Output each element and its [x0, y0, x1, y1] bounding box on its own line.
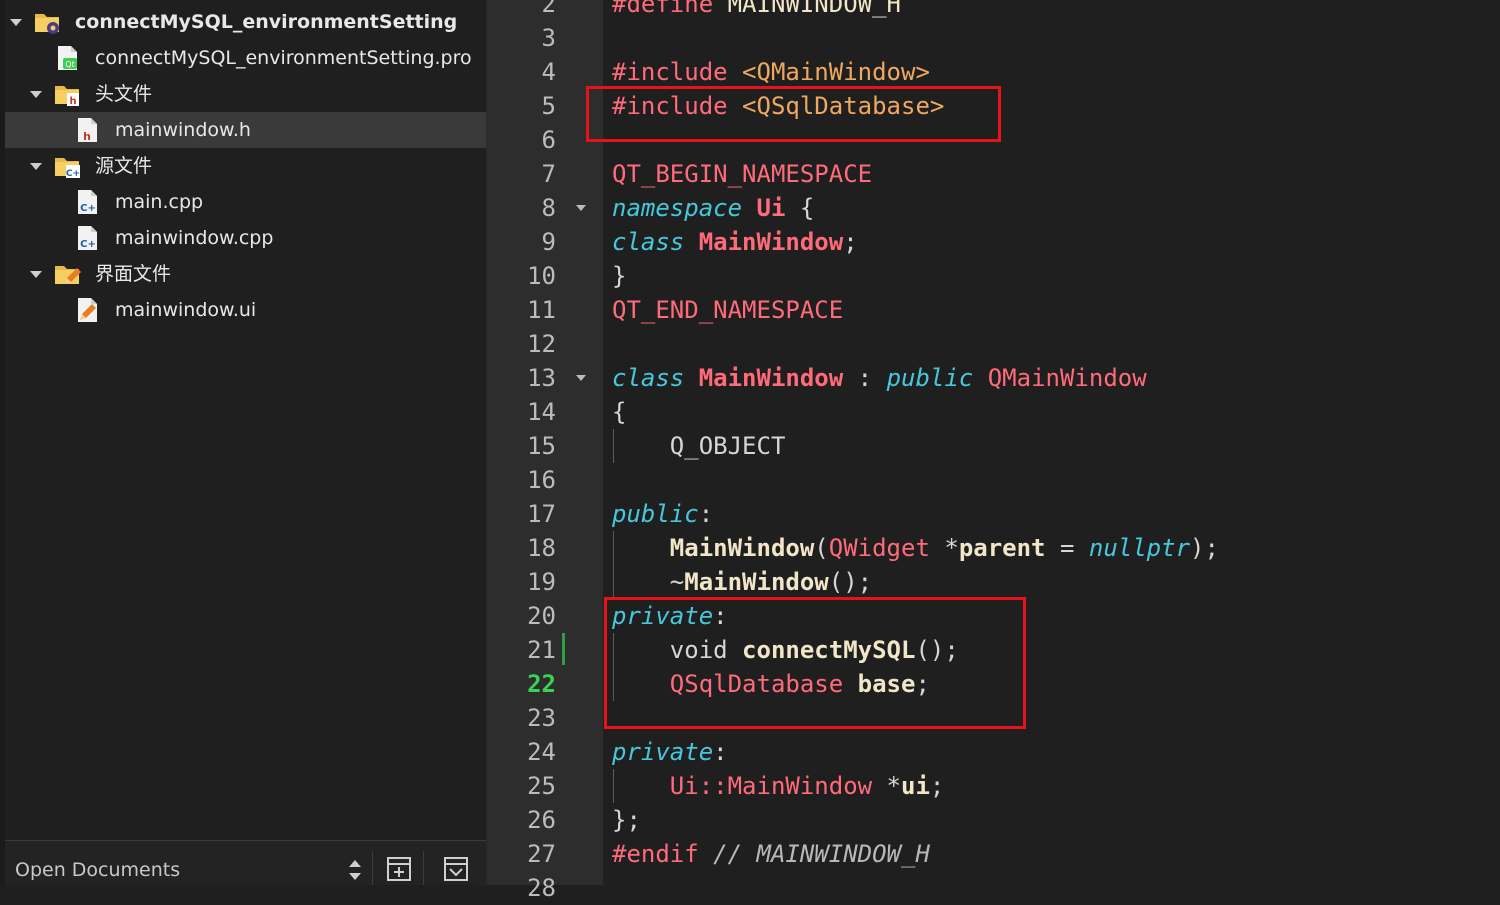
source-file-label: main.cpp	[115, 191, 204, 213]
headers-folder-label: 头文件	[95, 83, 153, 105]
tree-item-forms-folder[interactable]: 界面文件	[5, 256, 486, 292]
line-number: 12	[527, 330, 556, 358]
code-line: #include <QMainWindow>	[612, 58, 930, 86]
sort-updown-icon[interactable]	[338, 851, 372, 885]
forms-folder-label: 界面文件	[95, 263, 172, 285]
chevron-down-icon[interactable]	[10, 19, 22, 26]
line-number: 18	[527, 534, 556, 562]
line-number: 27	[527, 840, 556, 868]
line-number: 20	[527, 602, 556, 630]
open-documents-bar: Open Documents	[5, 840, 486, 885]
code-line: QT_END_NAMESPACE	[612, 296, 844, 324]
svg-text:C+: C+	[80, 203, 96, 214]
line-number: 7	[541, 160, 556, 188]
modified-line-marker	[562, 633, 565, 665]
pro-file-label: connectMySQL_environmentSetting.pro	[95, 47, 472, 69]
line-number: 3	[541, 24, 556, 52]
header-file-icon: h	[78, 118, 97, 143]
line-number: 19	[527, 568, 556, 596]
code-line: #endif // MAINWINDOW_H	[612, 840, 930, 868]
line-number: 4	[541, 58, 556, 86]
code-line: Q_OBJECT	[612, 432, 786, 460]
tree-item-mainwindow-h[interactable]: h mainwindow.h	[5, 112, 486, 148]
line-number: 10	[527, 262, 556, 290]
code-line: {	[612, 398, 627, 426]
line-number: 16	[527, 466, 556, 494]
source-file-label: mainwindow.cpp	[115, 227, 274, 249]
code-line: Ui::MainWindow *ui;	[669, 772, 945, 800]
divider	[423, 851, 424, 885]
line-number: 23	[527, 704, 556, 732]
tree-item-mainwindow-ui[interactable]: mainwindow.ui	[5, 292, 486, 328]
fold-arrow-icon[interactable]	[576, 375, 586, 381]
svg-text:h: h	[69, 96, 76, 107]
line-number: 21	[527, 636, 556, 664]
code-line: };	[612, 806, 641, 834]
svg-text:C+: C+	[80, 239, 96, 250]
line-number: 5	[541, 92, 556, 120]
form-file-label: mainwindow.ui	[115, 299, 257, 321]
private-members-highlight-box	[604, 597, 1026, 729]
cpp-file-icon: C+	[78, 190, 97, 214]
current-line-number: 22	[527, 670, 556, 698]
forms-folder-icon	[55, 266, 81, 284]
svg-text:h: h	[83, 130, 91, 143]
tree-item-pro-file[interactable]: Qt connectMySQL_environmentSetting.pro	[5, 40, 486, 76]
line-number: 15	[527, 432, 556, 460]
include-highlight-box	[586, 86, 1001, 142]
line-number: 17	[527, 500, 556, 528]
chevron-down-icon[interactable]	[30, 163, 42, 170]
source-folder-icon: C+	[55, 158, 80, 179]
split-add-icon[interactable]	[382, 851, 416, 885]
svg-text:C+: C+	[66, 169, 80, 179]
code-line: public:	[612, 500, 714, 528]
chevron-down-icon[interactable]	[30, 91, 42, 98]
code-line: class MainWindow;	[612, 228, 858, 256]
line-number: 2	[541, 0, 556, 18]
tree-item-sources-folder[interactable]: C+ 源文件	[5, 148, 486, 184]
chevron-down-icon[interactable]	[30, 271, 42, 278]
line-number: 6	[541, 126, 556, 154]
code-line: ~MainWindow();	[612, 568, 873, 596]
code-line: }	[612, 262, 627, 290]
project-name-label: connectMySQL_environmentSetting	[75, 11, 458, 33]
open-documents-label[interactable]: Open Documents	[15, 859, 180, 881]
line-number: 24	[527, 738, 556, 766]
code-line: MainWindow(QWidget *parent = nullptr);	[669, 534, 1219, 562]
project-folder-icon	[35, 14, 59, 34]
line-number: 26	[527, 806, 556, 834]
svg-text:Qt: Qt	[65, 60, 74, 69]
line-number: 14	[527, 398, 556, 426]
fold-arrow-icon[interactable]	[576, 205, 586, 211]
line-number: 13	[527, 364, 556, 392]
code-line: class MainWindow : public QMainWindow	[612, 364, 1147, 392]
line-number: 8	[541, 194, 556, 222]
line-number: 9	[541, 228, 556, 256]
sources-folder-label: 源文件	[95, 155, 153, 177]
code-line: #define MAINWINDOW_H	[612, 0, 901, 18]
header-file-label: mainwindow.h	[115, 119, 251, 141]
line-number: 28	[527, 874, 556, 902]
tree-item-main-cpp[interactable]: C+ main.cpp	[5, 184, 486, 220]
line-number: 25	[527, 772, 556, 800]
tree-item-project[interactable]: connectMySQL_environmentSetting	[5, 4, 486, 40]
project-tree-panel: connectMySQL_environmentSetting Qt conne…	[0, 0, 486, 885]
code-line: QT_BEGIN_NAMESPACE	[612, 160, 873, 188]
tree-item-headers-folder[interactable]: h 头文件	[5, 76, 486, 112]
line-number: 11	[527, 296, 556, 324]
ui-file-icon	[78, 298, 97, 322]
header-folder-icon: h	[55, 86, 79, 107]
divider	[372, 851, 373, 885]
qt-pro-file-icon: Qt	[58, 46, 77, 70]
code-line: namespace Ui {	[612, 194, 815, 222]
collapse-panel-icon[interactable]	[439, 851, 473, 885]
code-line: private:	[612, 738, 728, 766]
cpp-file-icon: C+	[78, 226, 97, 250]
tree-item-mainwindow-cpp[interactable]: C+ mainwindow.cpp	[5, 220, 486, 256]
